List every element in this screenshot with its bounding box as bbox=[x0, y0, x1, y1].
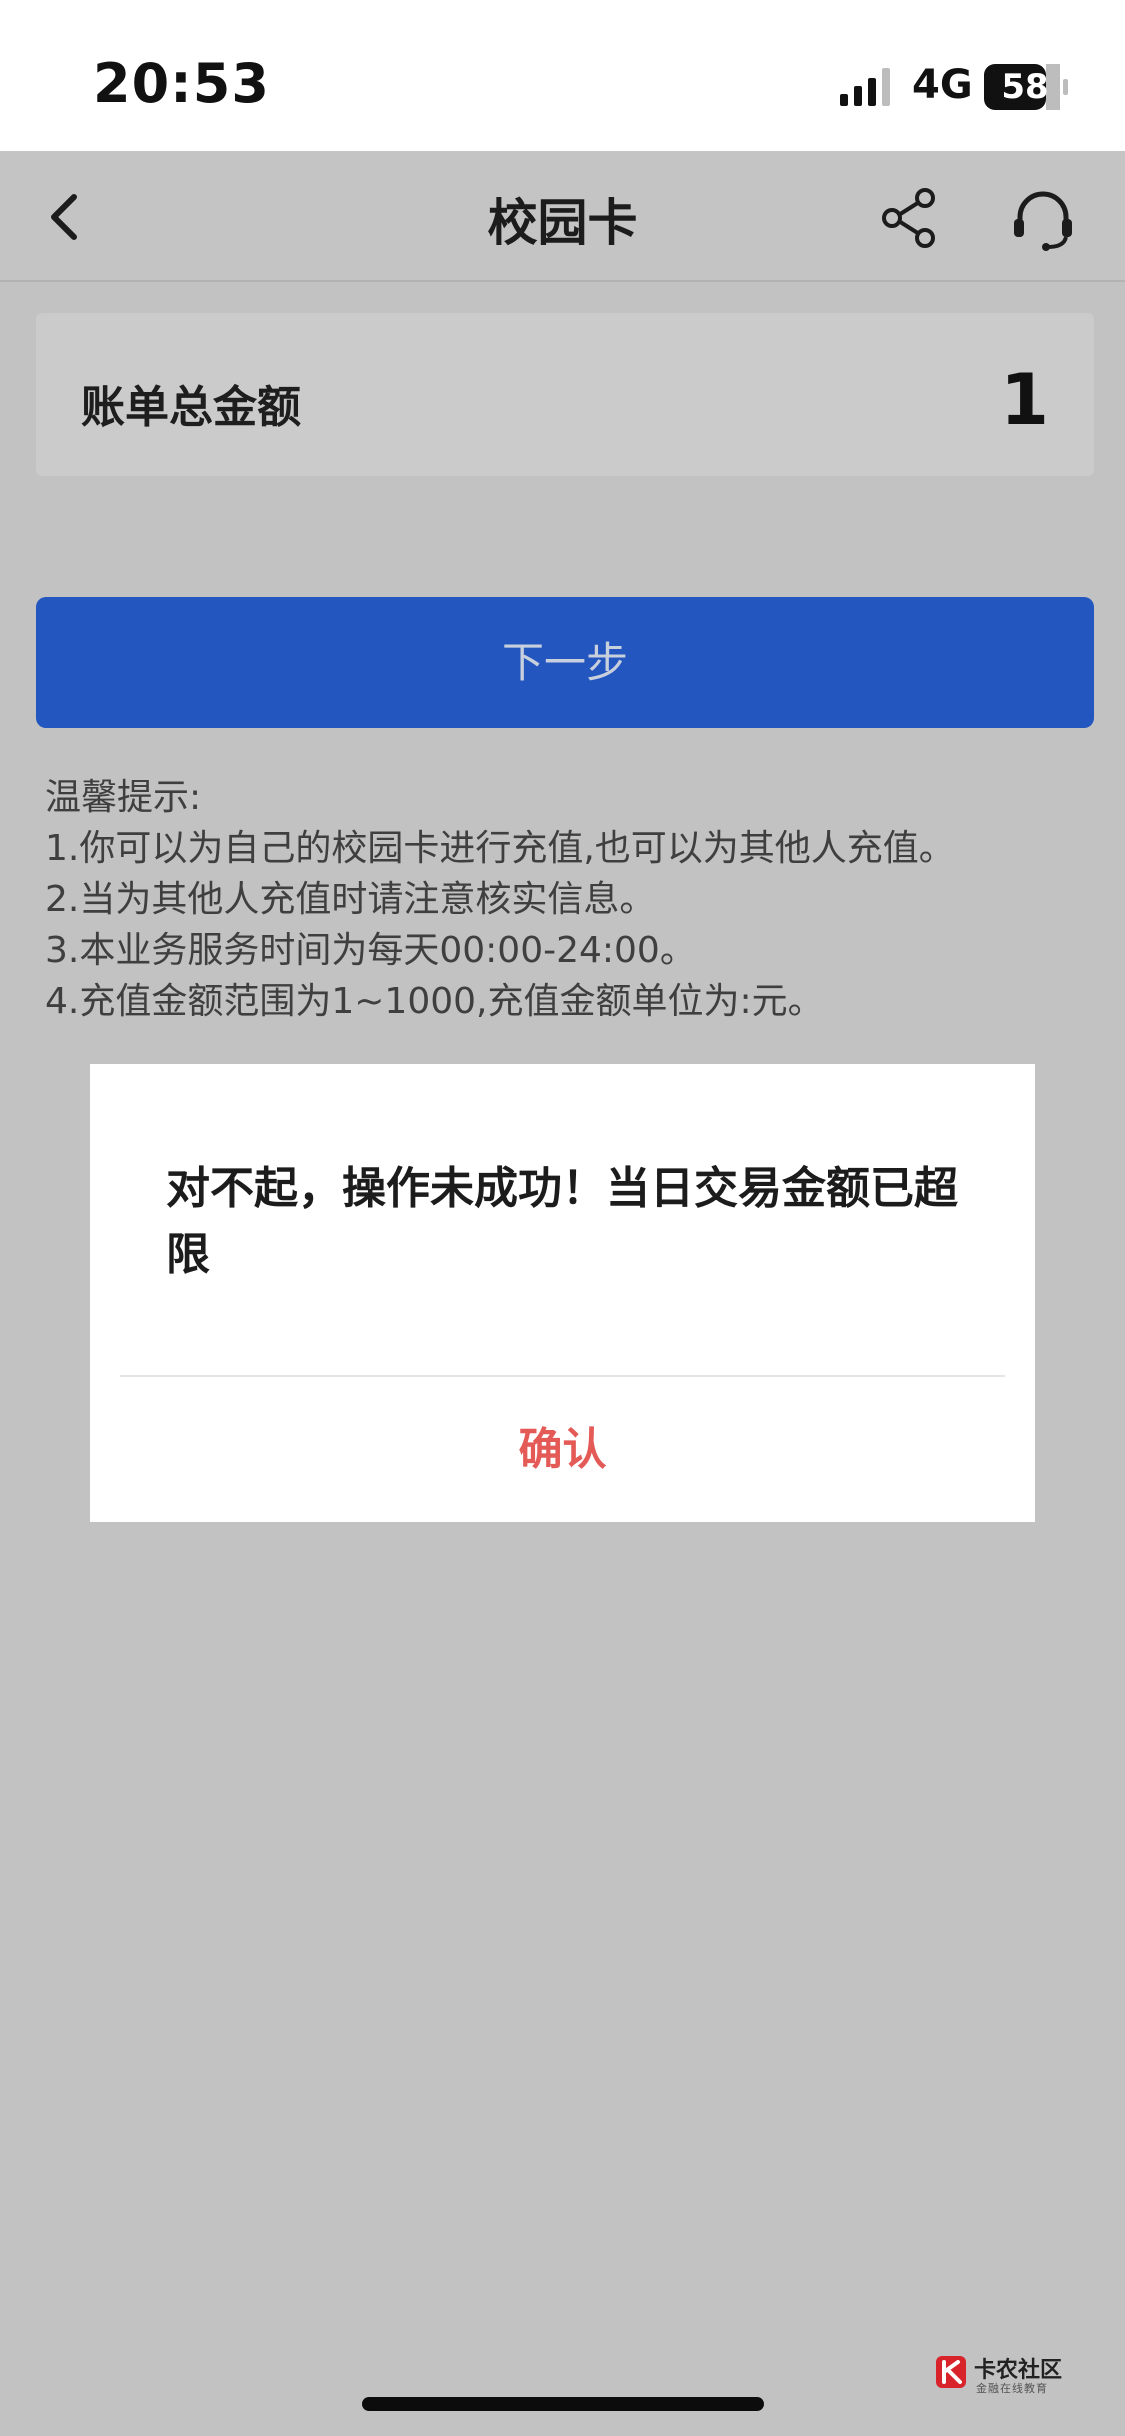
home-indicator[interactable] bbox=[362, 2397, 764, 2411]
page-title: 校园卡 bbox=[487, 194, 638, 252]
signal-bars-icon bbox=[840, 68, 890, 106]
battery-level: 58 bbox=[1001, 67, 1049, 107]
alert-dialog: 对不起，操作未成功！当日交易金额已超限 确认 bbox=[90, 1064, 1035, 1522]
kanong-logo-icon bbox=[936, 2356, 966, 2388]
watermark: 卡农社区 金融在线教育 bbox=[934, 2350, 1084, 2400]
next-step-button[interactable]: 下一步 bbox=[36, 597, 1094, 728]
dialog-message: 对不起，操作未成功！当日交易金额已超限 bbox=[166, 1163, 958, 1280]
bill-total-card: 账单总金额 1 bbox=[36, 313, 1094, 476]
nav-bar: 校园卡 bbox=[0, 151, 1125, 282]
tips-title: 温馨提示: bbox=[45, 777, 202, 818]
tips-line: 4.充值金额范围为1~1000,充值金额单位为:元。 bbox=[45, 981, 824, 1022]
status-bar: 20:53 4G 58 bbox=[0, 0, 1125, 151]
bill-total-value: 1 bbox=[1000, 359, 1049, 441]
tips-line: 2.当为其他人充值时请注意核实信息。 bbox=[45, 879, 656, 920]
headset-support-icon[interactable] bbox=[1008, 185, 1078, 255]
tips-section: 温馨提示: 1.你可以为自己的校园卡进行充值,也可以为其他人充值。 2.当为其他… bbox=[45, 772, 1105, 1027]
tips-line: 1.你可以为自己的校园卡进行充值,也可以为其他人充值。 bbox=[45, 828, 955, 869]
confirm-button[interactable]: 确认 bbox=[90, 1377, 1035, 1522]
share-icon[interactable] bbox=[876, 185, 942, 251]
tips-line: 3.本业务服务时间为每天00:00-24:00。 bbox=[45, 930, 696, 971]
bill-total-label: 账单总金额 bbox=[81, 382, 301, 433]
status-time: 20:53 bbox=[93, 52, 270, 115]
network-label: 4G bbox=[912, 62, 973, 108]
watermark-subtitle: 金融在线教育 bbox=[976, 2382, 1048, 2395]
